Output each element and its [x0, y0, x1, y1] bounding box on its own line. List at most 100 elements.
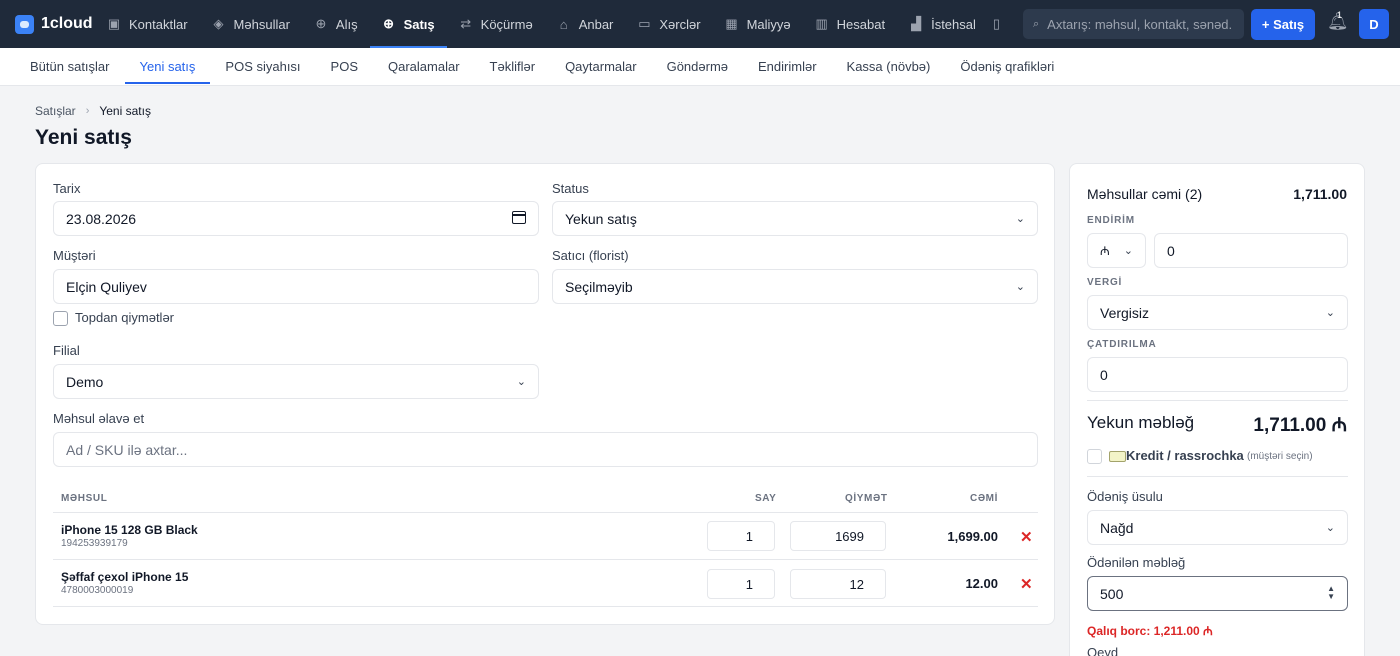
nav-label: Satış	[403, 16, 435, 32]
qty-input[interactable]: 1	[707, 521, 775, 551]
tab-subnav[interactable]: POS siyahısı	[210, 49, 315, 84]
delete-icon[interactable]: ✕	[1020, 528, 1033, 546]
tab-subnav[interactable]: Təkliflər	[475, 49, 551, 84]
global-search[interactable]: ⌕	[1023, 9, 1244, 39]
discount-type-value: ₼	[1100, 244, 1110, 258]
discount-value: 0	[1167, 242, 1175, 259]
discount-type-select[interactable]: ₼ ⌄	[1087, 233, 1146, 268]
tab-subnav[interactable]: Kassa (növbə)	[832, 49, 946, 84]
credit-checkbox[interactable]	[1087, 449, 1102, 464]
nav-label: İstehsal	[931, 16, 976, 32]
wholesale-label: Topdan qiymətlər	[75, 310, 174, 325]
divider	[1087, 400, 1348, 401]
tab-subnav[interactable]: Endirimlər	[743, 49, 832, 84]
stepper-icon[interactable]: ▲ ▼	[1327, 585, 1335, 601]
paid-amount-input[interactable]: 500 ▲ ▼	[1087, 576, 1348, 611]
nav-label: Anbar	[578, 16, 614, 32]
nav-label: Hesabat	[836, 16, 886, 32]
status-value: Yekun satış	[565, 210, 637, 227]
calendar-icon[interactable]	[512, 211, 526, 224]
chevron-right-icon: ›	[85, 105, 90, 117]
col-total: CƏMİ	[970, 493, 998, 504]
payment-method-label: Ödəniş üsulu	[1087, 489, 1163, 504]
col-product: MƏHSUL	[61, 493, 108, 504]
production-icon: ▟	[911, 16, 922, 31]
note-label: Qeyd	[1087, 645, 1119, 656]
nav-sale[interactable]: ⊕ Satış	[369, 0, 447, 48]
row-total: 1,699.00	[947, 529, 998, 544]
nav-expenses[interactable]: ▭ Xərclər	[625, 0, 712, 48]
delivery-value: 0	[1100, 366, 1108, 383]
nav-label: Alış	[335, 16, 358, 32]
tab-subnav[interactable]: Ödəniş qrafikləri	[945, 49, 1069, 84]
nav-finance[interactable]: ▦ Maliyyə	[713, 0, 803, 48]
status-select[interactable]: Yekun satış ⌄	[552, 201, 1038, 236]
breadcrumb: Satışlar › Yeni satış	[35, 104, 151, 118]
notification-count: 1	[1337, 10, 1343, 20]
tax-value: Vergisiz	[1100, 304, 1150, 321]
row-total: 12.00	[965, 576, 998, 591]
tab-subnav[interactable]: Yeni satış	[124, 49, 211, 84]
page-title: Yeni satış	[35, 126, 132, 149]
product-search-field[interactable]	[53, 432, 1038, 467]
nav-production[interactable]: ▟ İstehsal	[897, 0, 988, 48]
tax-label: VERGİ	[1087, 277, 1123, 288]
qty-input[interactable]: 1	[707, 569, 775, 599]
nav-box[interactable]: ◈ Məhsullar	[200, 0, 302, 48]
search-input[interactable]	[1047, 16, 1233, 32]
credit-label: Kredit / rassrochka	[1126, 448, 1244, 463]
sale-form-card: Tarix 23.08.2026 Status Yekun satış ⌄ Mü…	[35, 163, 1055, 625]
logo[interactable]: 1cloud	[15, 14, 95, 34]
nav-label: Köçürmə	[480, 16, 533, 32]
branch-select[interactable]: Demo ⌄	[53, 364, 539, 399]
expenses-icon: ▭	[638, 16, 651, 31]
discount-label: ENDİRİM	[1087, 215, 1135, 226]
credit-card-icon	[1109, 451, 1126, 462]
main-menu: ▣ Kontaktlar ◈ Məhsullar ⊕ Alış ⊕ Satış ⇄ Köçürmə…	[95, 0, 1008, 48]
date-label: Tarix	[53, 181, 81, 196]
app-name: 1cloud	[41, 15, 93, 32]
wholesale-checkbox[interactable]	[53, 311, 68, 326]
customer-field[interactable]: Elçin Quliyev	[53, 269, 539, 304]
tab-subnav[interactable]: POS	[316, 49, 373, 84]
seller-select[interactable]: Seçilməyib ⌄	[552, 269, 1038, 304]
branch-value: Demo	[66, 373, 104, 390]
nav-label: Kontaktlar	[129, 16, 188, 32]
sale-icon: ⊕	[383, 16, 395, 31]
price-input[interactable]: 1699	[790, 521, 886, 551]
payment-method-select[interactable]: Nağd ⌄	[1087, 510, 1348, 545]
products-total: 1,711.00	[1293, 186, 1347, 202]
nav-warehouse[interactable]: ⌂ Anbar	[545, 0, 626, 48]
search-icon: ⌕	[1033, 17, 1040, 30]
download-icon: ⊕	[315, 16, 327, 31]
new-sale-button[interactable]: + Satış	[1251, 9, 1315, 40]
avatar[interactable]: D	[1359, 9, 1389, 39]
col-price: QİYMƏT	[845, 493, 888, 504]
nav-label: Maliyyə	[746, 16, 791, 32]
date-field[interactable]: 23.08.2026	[53, 201, 539, 236]
finance-icon: ▦	[725, 16, 738, 31]
sales-subnav: Bütün satışlar Yeni satış POS siyahısı POS Q…	[0, 48, 1400, 86]
tax-select[interactable]: Vergisiz ⌄	[1087, 295, 1348, 330]
product-name: Şəffaf çexol iPhone 15	[61, 570, 189, 584]
products-total-label: Məhsullar cəmi (2)	[1087, 186, 1203, 202]
tab-subnav[interactable]: Qaytarmalar	[550, 49, 652, 84]
nav-download[interactable]: ⊕ Alış	[302, 0, 370, 48]
product-search-input[interactable]	[66, 441, 940, 458]
nav-label: Məhsullar	[233, 16, 290, 32]
tab-subnav[interactable]: Göndərmə	[652, 49, 743, 84]
breadcrumb-current: Yeni satış	[99, 104, 151, 118]
nav-report[interactable]: ▥ Hesabat	[803, 0, 897, 48]
add-product-label: Məhsul əlavə et	[53, 411, 145, 426]
tab-subnav[interactable]: Qaralamalar	[373, 49, 475, 84]
tab-subnav[interactable]: Bütün satışlar	[15, 49, 125, 84]
seller-label: Satıcı (florist)	[552, 248, 629, 263]
nav-transfer[interactable]: ⇄ Köçürmə	[447, 0, 545, 48]
breadcrumb-parent[interactable]: Satışlar	[35, 104, 76, 118]
nav-contacts[interactable]: ▣ Kontaktlar	[95, 0, 200, 48]
nav-overflow-icon[interactable]: ▯	[988, 0, 1008, 48]
delivery-input[interactable]: 0	[1087, 357, 1348, 392]
delete-icon[interactable]: ✕	[1020, 575, 1033, 593]
discount-input[interactable]: 0	[1154, 233, 1348, 268]
price-input[interactable]: 12	[790, 569, 886, 599]
